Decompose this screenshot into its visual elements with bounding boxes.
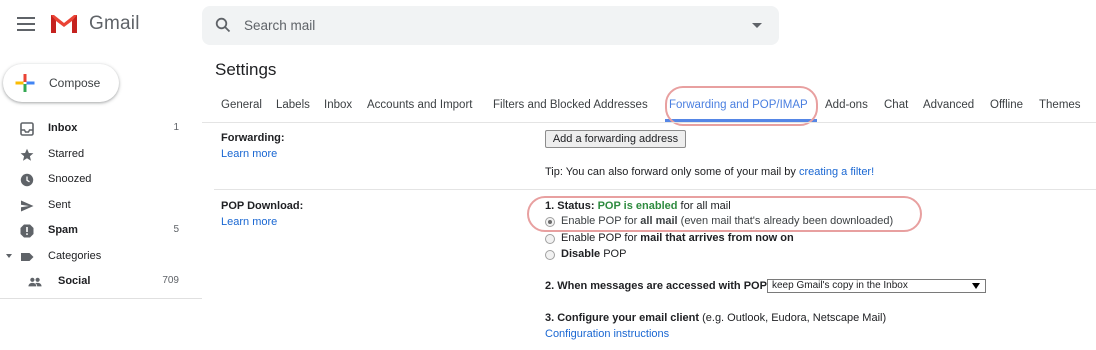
inbox-icon bbox=[20, 122, 34, 136]
pop-step3: 3. Configure your email client (e.g. Out… bbox=[545, 312, 886, 324]
spam-icon bbox=[20, 224, 34, 238]
tab-general[interactable]: General bbox=[221, 99, 262, 111]
unread-count: 709 bbox=[162, 275, 179, 286]
tab-filters-and-blocked-addresses[interactable]: Filters and Blocked Addresses bbox=[493, 99, 648, 111]
sidebar-item-inbox[interactable]: Inbox 1 bbox=[0, 116, 192, 142]
top-bar: Gmail Search mail bbox=[0, 0, 1096, 52]
option-text: POP bbox=[600, 248, 627, 260]
dropdown-arrow-icon bbox=[972, 283, 980, 289]
sidebar-item-label: Social bbox=[58, 275, 91, 287]
option-bold-text: Disable bbox=[561, 248, 601, 260]
configuration-instructions-link[interactable]: Configuration instructions bbox=[545, 328, 669, 340]
sidebar-item-label: Snoozed bbox=[48, 173, 92, 185]
annotation-circle-status bbox=[527, 196, 922, 232]
gmail-m-icon bbox=[51, 15, 77, 33]
pop-learn-more-link[interactable]: Learn more bbox=[221, 216, 277, 228]
sidebar-item-label: Categories bbox=[48, 249, 102, 262]
step2-text: 2. When messages are accessed with POP bbox=[545, 280, 767, 292]
sidebar-item-label: Inbox bbox=[48, 122, 78, 134]
gmail-logo[interactable]: Gmail bbox=[49, 12, 140, 35]
sidebar-item-label: Spam bbox=[48, 224, 78, 236]
section-divider bbox=[214, 189, 1096, 190]
forwarding-tip-text: Tip: You can also forward only some of y… bbox=[545, 166, 799, 178]
tab-themes[interactable]: Themes bbox=[1039, 99, 1081, 111]
sidebar-nav: Inbox 1 Starred Snoozed Sent Spam 5 Cate… bbox=[0, 116, 192, 295]
option-bold-text: mail that arrives from now on bbox=[640, 232, 794, 244]
compose-label: Compose bbox=[49, 76, 101, 90]
step3-note: (e.g. Outlook, Eudora, Netscape Mail) bbox=[699, 312, 887, 324]
expand-arrow-icon[interactable] bbox=[6, 253, 12, 258]
add-forwarding-address-button[interactable]: Add a forwarding address bbox=[545, 130, 686, 148]
sidebar-item-spam[interactable]: Spam 5 bbox=[0, 218, 192, 244]
unread-count: 5 bbox=[173, 224, 179, 235]
unread-count: 1 bbox=[173, 122, 179, 133]
search-options-icon[interactable] bbox=[752, 23, 762, 28]
sidebar-item-sent[interactable]: Sent bbox=[0, 193, 192, 219]
pop-step2-label: 2. When messages are accessed with POP bbox=[545, 280, 767, 292]
app-name: Gmail bbox=[89, 12, 140, 34]
tab-inbox[interactable]: Inbox bbox=[324, 99, 352, 111]
pop-from-now-radio[interactable] bbox=[545, 234, 555, 244]
pop-access-select-value: keep Gmail's copy in the Inbox bbox=[772, 280, 908, 291]
star-icon bbox=[20, 148, 34, 161]
sidebar-item-label: Starred bbox=[48, 147, 85, 160]
pop-option-from-now: Enable POP for mail that arrives from no… bbox=[561, 232, 794, 244]
option-text: Enable POP for bbox=[561, 232, 641, 244]
sidebar-item-social[interactable]: Social 709 bbox=[0, 269, 192, 295]
search-bar[interactable]: Search mail bbox=[202, 6, 779, 45]
search-input[interactable]: Search mail bbox=[244, 18, 315, 33]
sidebar-item-starred[interactable]: Starred bbox=[0, 142, 192, 168]
tab-labels[interactable]: Labels bbox=[276, 99, 310, 111]
page-title: Settings bbox=[215, 60, 277, 79]
pop-download-label: POP Download: bbox=[221, 200, 304, 212]
main-menu-icon[interactable] bbox=[17, 17, 35, 31]
tab-offline[interactable]: Offline bbox=[990, 99, 1023, 111]
tabs-divider bbox=[202, 122, 1096, 123]
clock-icon bbox=[20, 173, 34, 187]
pop-option-disable: Disable POP bbox=[561, 248, 626, 260]
pop-disable-radio[interactable] bbox=[545, 250, 555, 260]
sidebar-item-label: Sent bbox=[48, 198, 71, 211]
tab-accounts-and-import[interactable]: Accounts and Import bbox=[367, 99, 472, 111]
compose-button[interactable]: Compose bbox=[3, 64, 119, 102]
search-icon[interactable] bbox=[215, 17, 231, 33]
creating-filter-link[interactable]: creating a filter! bbox=[799, 166, 874, 178]
sidebar-divider bbox=[0, 298, 202, 299]
tab-chat[interactable]: Chat bbox=[884, 99, 908, 111]
label-icon bbox=[21, 252, 34, 261]
plus-icon bbox=[15, 74, 35, 92]
forwarding-learn-more-link[interactable]: Learn more bbox=[221, 148, 277, 160]
sidebar-item-categories[interactable]: Categories bbox=[0, 244, 192, 270]
tab-add-ons[interactable]: Add-ons bbox=[825, 99, 868, 111]
pop-access-select[interactable]: keep Gmail's copy in the Inbox bbox=[767, 279, 986, 293]
sidebar-item-snoozed[interactable]: Snoozed bbox=[0, 167, 192, 193]
tab-advanced[interactable]: Advanced bbox=[923, 99, 974, 111]
annotation-circle-tab bbox=[665, 86, 818, 126]
step3-text: 3. Configure your email client bbox=[545, 312, 700, 324]
forwarding-label: Forwarding: bbox=[221, 132, 285, 144]
send-icon bbox=[21, 200, 34, 211]
forwarding-tip: Tip: You can also forward only some of y… bbox=[545, 166, 874, 178]
people-icon bbox=[28, 277, 42, 287]
